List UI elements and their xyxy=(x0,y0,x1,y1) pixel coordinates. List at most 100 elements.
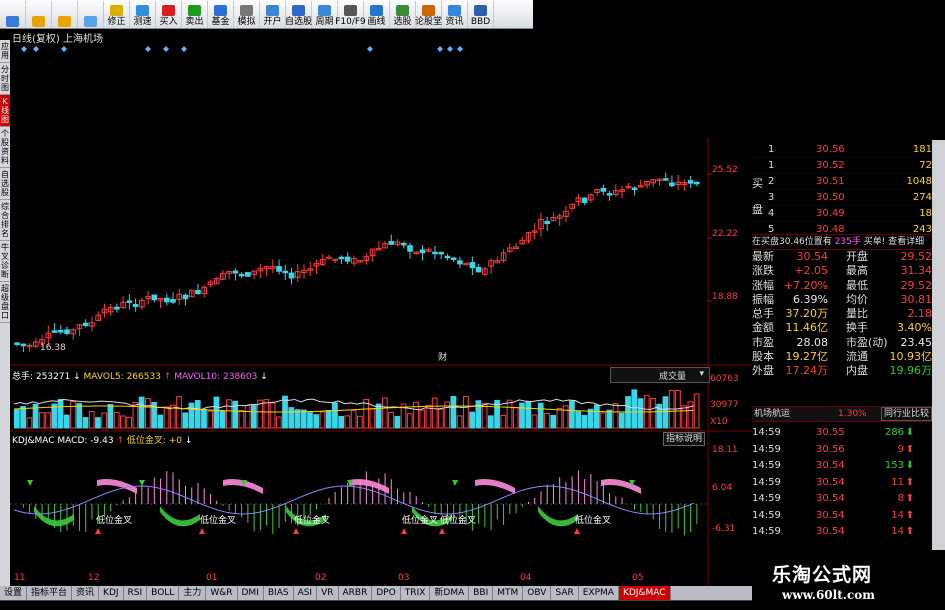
trade-time: 14:59 xyxy=(752,493,781,504)
left-tab-4[interactable]: 自选股 xyxy=(0,168,10,200)
indicator-tab-11[interactable]: VR xyxy=(317,586,339,600)
arrow-down-icon: ⬇ xyxy=(905,460,914,471)
toolbar-label: 买入 xyxy=(159,17,178,27)
toolbar-button-8[interactable]: 基金 xyxy=(208,1,234,28)
quote-key: 涨幅 xyxy=(752,278,774,292)
sector-bar: 机场航运 1.30% 同行业比较 xyxy=(752,406,932,422)
indicator-tab-20[interactable]: EXPMA xyxy=(579,586,619,600)
left-tab-2[interactable]: K线图 xyxy=(0,95,10,127)
volume-bar xyxy=(120,415,126,429)
toolbar-button-0[interactable] xyxy=(0,1,26,28)
toolbar-button-6[interactable]: 买入 xyxy=(156,1,182,28)
quote-value: 28.08 xyxy=(796,335,829,349)
indicator-tab-16[interactable]: BBI xyxy=(469,586,494,600)
indicator-tab-7[interactable]: W&R xyxy=(206,586,238,600)
indicator-tab-2[interactable]: 资讯 xyxy=(72,586,100,600)
indicator-tab-9[interactable]: BIAS xyxy=(264,586,294,600)
volume-bar xyxy=(662,396,669,429)
volume-bar xyxy=(650,398,656,429)
indicator-tab-19[interactable]: SAR xyxy=(551,586,579,600)
buy-icon xyxy=(162,5,175,16)
left-tab-3[interactable]: 个股资料 xyxy=(0,127,10,168)
quote-key: 涨跌 xyxy=(752,264,774,278)
indicator-tab-3[interactable]: KDJ xyxy=(99,586,124,600)
volume-bar xyxy=(194,399,201,429)
indicator-help-button[interactable]: 指标说明 xyxy=(663,432,706,446)
toolbar-button-9[interactable]: 模拟 xyxy=(234,1,260,28)
toolbar-button-1[interactable] xyxy=(26,1,52,28)
toolbar-button-3[interactable] xyxy=(78,1,104,28)
toolbar-button-7[interactable]: 卖出 xyxy=(182,1,208,28)
toolbar-button-4[interactable]: 修正 xyxy=(104,1,130,28)
toolbar-button-13[interactable]: F10/F9 xyxy=(335,1,366,28)
volume-bar xyxy=(369,408,376,429)
indicator-tab-10[interactable]: ASI xyxy=(294,586,318,600)
volume-dropdown[interactable]: 成交量 ▾ xyxy=(610,367,710,383)
toolbar-label: 画线 xyxy=(367,17,386,27)
order-book-summary[interactable]: 在买盘30.46位置有 235手 买单! 查看详细 xyxy=(752,234,932,250)
low-price-label: 16.38 xyxy=(40,343,66,353)
trade-row: 14:59 30.54 11 ⬆ xyxy=(752,475,932,492)
indicator-tab-12[interactable]: ARBR xyxy=(339,586,373,600)
quote-key: 金额 xyxy=(752,321,774,335)
indicator-tab-6[interactable]: 主力 xyxy=(179,586,207,600)
quote-value: 11.46亿 xyxy=(785,321,829,335)
left-tab-6[interactable]: 牛叉诊断 xyxy=(0,241,10,282)
industry-compare-link[interactable]: 同行业比较 xyxy=(880,407,932,421)
volume-bar xyxy=(38,412,45,429)
trade-volume: 9 xyxy=(897,443,904,455)
trade-price: 30.56 xyxy=(816,443,845,455)
left-tab-5[interactable]: 综合排名 xyxy=(0,200,10,241)
trade-volume: 8 xyxy=(897,493,904,504)
toolbar-button-18[interactable]: BBD xyxy=(468,1,494,28)
left-tab-7[interactable]: 超级盘口 xyxy=(0,282,10,323)
indicator-tab-21[interactable]: KDJ&MAC xyxy=(618,586,671,600)
volume-bar xyxy=(587,408,594,429)
indicator-tab-0[interactable]: 设置 xyxy=(0,586,28,600)
watermark-title: 乐淘公式网 xyxy=(772,564,873,586)
volume-bar xyxy=(275,416,282,429)
left-tab-1[interactable]: 分时图 xyxy=(0,63,10,95)
account-icon xyxy=(266,5,279,16)
toolbar-button-16[interactable]: 论股堂 xyxy=(415,1,442,28)
indicator-tab-18[interactable]: OBV xyxy=(523,586,552,600)
indicator-tab-4[interactable]: RSI xyxy=(124,586,148,600)
volume-bar xyxy=(244,405,251,429)
volume-bar xyxy=(82,417,89,429)
toolbar-button-2[interactable] xyxy=(52,1,78,28)
quote-value: 17.24万 xyxy=(785,364,829,378)
ob-price: 30.56 xyxy=(816,144,845,155)
trade-price: 30.54 xyxy=(816,526,845,537)
toolbar-button-12[interactable]: 周期 xyxy=(312,1,338,28)
toolbar-button-14[interactable]: 画线 xyxy=(364,1,390,28)
toolbar-label: BBD xyxy=(470,17,491,27)
toolbar-button-5[interactable]: 测速 xyxy=(130,1,156,28)
volume-bar xyxy=(101,412,108,429)
volume-bar xyxy=(45,412,51,429)
volume-tick-label: X10 xyxy=(710,417,728,427)
toolbar-button-17[interactable]: 资讯 xyxy=(442,1,468,28)
trade-row: 14:59 30.55 286 ⬇ xyxy=(752,425,932,442)
ob-volume: 1048 xyxy=(906,176,932,187)
indicator-tab-8[interactable]: DMI xyxy=(238,586,264,600)
mavol10-value: MAVOL10: 238603 xyxy=(174,372,258,382)
indicator-tab-14[interactable]: TRIX xyxy=(401,586,431,600)
toolbar-button-10[interactable]: 开户 xyxy=(260,1,286,28)
volume-bar xyxy=(475,400,482,429)
quote-value: 30.54 xyxy=(796,250,829,263)
indicator-tab-5[interactable]: BOLL xyxy=(147,586,180,600)
ob-level: 1 xyxy=(768,144,775,155)
toolbar-button-11[interactable]: 自选股 xyxy=(285,1,312,28)
toolbar-button-15[interactable]: 选股 xyxy=(390,1,416,28)
candle-body xyxy=(326,256,332,260)
watermark-url: www.60lt.com xyxy=(782,588,875,602)
indicator-tab-1[interactable]: 指标平台 xyxy=(27,586,73,600)
indicator-tab-17[interactable]: MTM xyxy=(493,586,524,600)
quote-row: 市盈 28.08 市盈(动) 23.45 xyxy=(752,336,932,350)
indicator-tab-13[interactable]: DPO xyxy=(372,586,401,600)
indicator-tab-15[interactable]: 新DMA xyxy=(430,586,470,600)
left-tab-0[interactable]: 应用 xyxy=(0,40,10,63)
f10-icon xyxy=(344,5,357,16)
quote-key: 流通 xyxy=(846,350,868,364)
kline-chart[interactable]: 25.52 22.22 18.88 60763 30977 X10 18.11 6.04 -6.… xyxy=(10,38,752,586)
